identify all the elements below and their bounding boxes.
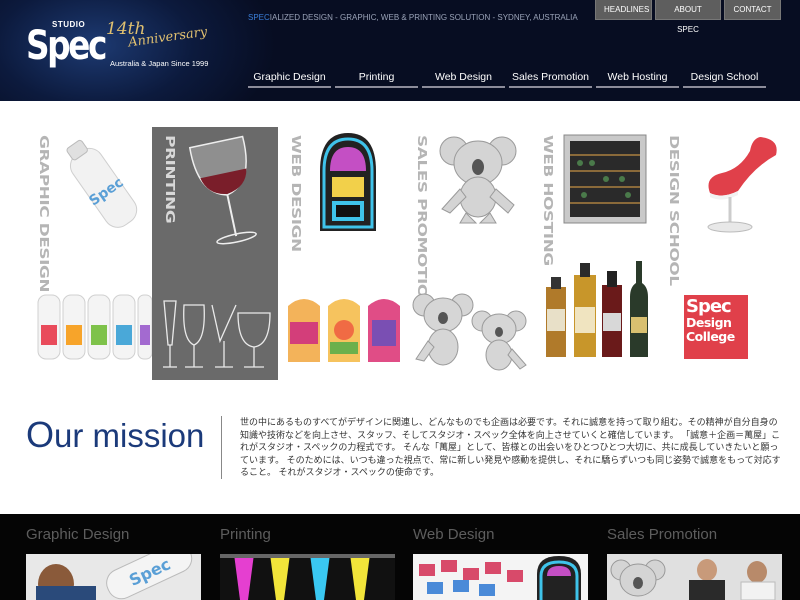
gallery-col-design-school[interactable]: DESIGN SCHOOL Spec Design College (656, 127, 782, 380)
top-nav: HEADLINES ABOUT SPEC CONTACT (595, 0, 781, 34)
tagline-text: IALIZED DESIGN - GRAPHIC, WEB & PRINTING… (269, 13, 578, 22)
spec-bottle-image: Spec (66, 139, 138, 228)
gallery-label: GRAPHIC DESIGN (36, 135, 51, 293)
mission-title-initial: O (26, 414, 55, 455)
wine-fridge-image (563, 134, 647, 224)
wine-glass-image (188, 135, 257, 245)
gallery-col-web-hosting[interactable]: WEB HOSTING (530, 127, 656, 380)
studio-spec-logo[interactable]: STUDIO Spec 14th Anniversary Australia &… (24, 20, 234, 80)
mission-title: Our mission (26, 414, 204, 456)
bottom-card-printing[interactable]: Printing (220, 514, 395, 600)
tagline-highlight: SPEC (248, 13, 270, 22)
main-nav: Graphic Design Printing Web Design Sales… (248, 66, 766, 88)
main-nav-sales-promotion[interactable]: Sales Promotion (509, 66, 592, 88)
gallery-col-graphic-design[interactable]: GRAPHIC DESIGN Spec (26, 127, 152, 380)
bottom-card-title: Printing (220, 526, 271, 543)
college-logo-line1: Spec (686, 296, 732, 317)
glasses-outline-image (163, 300, 271, 368)
koala-statue-image (439, 136, 517, 224)
liquor-bottles-image (546, 261, 648, 357)
bottom-card-graphic-design[interactable]: Graphic Design Spec (26, 514, 201, 600)
college-logo-line2: Design (686, 315, 732, 330)
jukebox-image (320, 133, 376, 231)
colored-bottles-image (37, 294, 152, 360)
main-nav-design-school[interactable]: Design School (683, 66, 766, 88)
gallery-label: WEB DESIGN (288, 135, 303, 252)
main-nav-web-hosting[interactable]: Web Hosting (596, 66, 679, 88)
gallery-col-web-design[interactable]: WEB DESIGN (278, 127, 404, 380)
bottom-card-thumbnail: Spec (26, 554, 201, 600)
mission-title-rest: ur mission (54, 417, 205, 454)
bottom-services: Graphic Design Spec Printing Web Design … (0, 514, 800, 600)
top-nav-contact[interactable]: CONTACT (724, 0, 781, 20)
site-header: STUDIO Spec 14th Anniversary Australia &… (0, 0, 800, 101)
top-nav-about[interactable]: ABOUT SPEC (655, 0, 721, 34)
bottom-card-title: Web Design (413, 526, 495, 543)
logo-since-text: Australia & Japan Since 1999 (110, 59, 209, 68)
koala-statues-image (412, 293, 527, 371)
bottom-card-thumbnail (413, 554, 588, 600)
main-nav-printing[interactable]: Printing (335, 66, 418, 88)
gallery-label: PRINTING (162, 135, 177, 224)
gallery-label: SALES PROMOTION (414, 135, 429, 312)
mission-text: 世の中にあるものすべてがデザインに関連し、どんなものでも企画は必要です。それに誠… (240, 417, 781, 478)
label-cards-image (288, 299, 400, 362)
gallery-col-sales-promotion[interactable]: SALES PROMOTION (404, 127, 530, 380)
main-nav-graphic-design[interactable]: Graphic Design (248, 66, 331, 88)
top-nav-headlines[interactable]: HEADLINES (595, 0, 652, 20)
gallery-col-printing[interactable]: PRINTING (152, 127, 278, 380)
mission-divider (221, 416, 222, 479)
main-nav-web-design[interactable]: Web Design (422, 66, 505, 88)
red-chair-image (707, 137, 777, 233)
bottom-card-title: Graphic Design (26, 526, 130, 543)
gallery-label: WEB HOSTING (540, 135, 555, 266)
site-tagline: SPECIALIZED DESIGN - GRAPHIC, WEB & PRIN… (248, 13, 578, 22)
gallery-label: DESIGN SCHOOL (666, 135, 681, 286)
service-gallery: GRAPHIC DESIGN Spec PRINTING WEB DESIGN … (26, 127, 782, 380)
bottom-card-web-design[interactable]: Web Design (413, 514, 588, 600)
bottom-card-sales-promotion[interactable]: Sales Promotion (607, 514, 782, 600)
college-logo-line3: College (686, 329, 735, 344)
bottom-card-thumbnail (220, 554, 395, 600)
bottom-card-thumbnail (607, 554, 782, 600)
logo-brand-text: Spec (26, 23, 107, 69)
spec-design-college-logo: Spec Design College (684, 295, 748, 359)
bottom-card-title: Sales Promotion (607, 526, 718, 543)
